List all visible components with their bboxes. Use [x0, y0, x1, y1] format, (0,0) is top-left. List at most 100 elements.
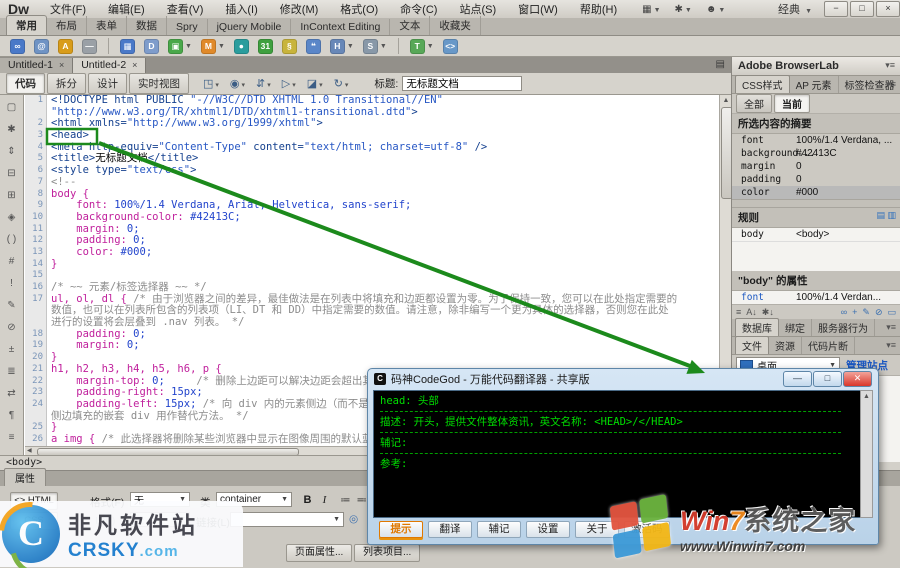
- hyperlink-icon[interactable]: ∞: [10, 39, 25, 54]
- insert-tab-表单[interactable]: 表单: [87, 16, 127, 35]
- view-代码-button[interactable]: 代码: [6, 73, 45, 94]
- menu-item[interactable]: 窗口(W): [507, 0, 569, 18]
- scroll-up-icon[interactable]: ▲: [861, 391, 872, 402]
- refresh-icon[interactable]: ↻▾: [334, 77, 349, 90]
- summary-row[interactable]: color#000: [732, 186, 900, 199]
- wrap-tag-icon[interactable]: ±: [4, 343, 20, 356]
- properties-tab[interactable]: 属性: [4, 468, 46, 486]
- summary-row[interactable]: background...#42413C: [732, 147, 900, 160]
- codegod-提示-button[interactable]: 提示: [379, 521, 423, 538]
- panel-tab-文件[interactable]: 文件: [735, 336, 769, 354]
- view-实时视图-button[interactable]: 实时视图: [129, 73, 189, 94]
- file-management-icon[interactable]: ◳▾: [203, 77, 219, 90]
- horizontal-rule-icon[interactable]: —: [82, 39, 97, 54]
- table-icon[interactable]: ▦: [120, 39, 135, 54]
- minimize-button[interactable]: −: [824, 1, 848, 17]
- show-category-icon[interactable]: ≡: [736, 307, 741, 318]
- panel-tab-资源[interactable]: 资源: [769, 337, 802, 354]
- comment-icon[interactable]: ❝: [306, 39, 321, 54]
- property-row[interactable]: font100%/1.4 Verdan...: [732, 291, 900, 304]
- media-icon[interactable]: M▼: [201, 39, 225, 54]
- insert-tab-常用[interactable]: 常用: [6, 15, 47, 35]
- panel-menu-icon[interactable]: ▾≡: [886, 340, 896, 351]
- email-link-icon[interactable]: @: [34, 39, 49, 54]
- close-button[interactable]: ×: [876, 1, 900, 17]
- disable-icon[interactable]: ⊘: [875, 307, 883, 318]
- image-icon[interactable]: ▣▼: [168, 39, 192, 54]
- document-title-input[interactable]: [402, 76, 522, 91]
- list-item-button[interactable]: 列表项目...: [354, 544, 420, 562]
- codegod-辅记-button[interactable]: 辅记: [477, 521, 521, 538]
- open-documents-icon[interactable]: ▢: [4, 101, 20, 114]
- view-拆分-button[interactable]: 拆分: [47, 73, 86, 94]
- minimize-button[interactable]: —: [783, 371, 812, 387]
- panel-tab-CSS样式[interactable]: CSS样式: [735, 75, 790, 93]
- panel-menu-icon[interactable]: ▾≡: [886, 322, 896, 333]
- expand-all-icon[interactable]: ⊞: [4, 189, 20, 202]
- remove-comment-icon[interactable]: ⊘: [4, 321, 20, 334]
- bold-button[interactable]: B: [299, 492, 316, 509]
- bullet-list-icon[interactable]: ≔: [337, 492, 354, 509]
- panel-tab-服务器行为[interactable]: 服务器行为: [812, 319, 875, 336]
- insert-tab-数据[interactable]: 数据: [127, 16, 167, 35]
- related-files-icon[interactable]: ▤: [716, 59, 725, 70]
- insert-tab-文本[interactable]: 文本: [390, 16, 430, 35]
- tag-chooser-icon[interactable]: <>: [443, 39, 458, 54]
- balance-braces-icon[interactable]: ( ): [4, 233, 20, 246]
- extensions-gear-icon[interactable]: ✱▼: [675, 4, 692, 15]
- edit-rule-icon[interactable]: ✎: [862, 307, 870, 318]
- live-code-icon[interactable]: ⇵▾: [256, 77, 271, 90]
- show-cascade-icon[interactable]: ▤: [876, 210, 887, 220]
- view-设计-button[interactable]: 设计: [88, 73, 127, 94]
- insert-tab-Spry[interactable]: Spry: [167, 19, 208, 35]
- maximize-button[interactable]: □: [813, 371, 842, 387]
- new-rule-icon[interactable]: +: [852, 307, 857, 318]
- layout-switcher-icon[interactable]: ▦▼: [642, 4, 660, 15]
- link-input[interactable]: ▼: [230, 512, 344, 527]
- panel-tab-代码片断[interactable]: 代码片断: [802, 337, 855, 354]
- inspect-icon[interactable]: ▷▾: [282, 77, 296, 90]
- document-tab[interactable]: Untitled-1×: [0, 58, 73, 73]
- rule-row[interactable]: body<body>: [732, 228, 900, 241]
- head-icon[interactable]: H▼: [330, 39, 354, 54]
- collapse-selection-icon[interactable]: ⊟: [4, 167, 20, 180]
- insert-tab-收藏夹[interactable]: 收藏夹: [430, 16, 481, 35]
- server-include-icon[interactable]: §: [282, 39, 297, 54]
- codegod-titlebar[interactable]: C 码神CodeGod - 万能代码翻译器 - 共享版 —□✕: [368, 369, 878, 389]
- recent-snippets-icon[interactable]: ≣: [4, 365, 20, 378]
- sort-az-icon[interactable]: A↓: [746, 307, 757, 318]
- script-icon[interactable]: S▼: [363, 39, 387, 54]
- scroll-left-icon[interactable]: ◀: [27, 447, 32, 455]
- browserlab-panel-header[interactable]: Adobe BrowserLab▾≡: [732, 57, 900, 76]
- close-button[interactable]: ✕: [843, 371, 872, 387]
- panel-menu-icon[interactable]: ▾≡: [886, 79, 896, 90]
- point-to-file-icon[interactable]: ◎: [349, 513, 358, 525]
- show-head-content-icon[interactable]: ✱: [4, 123, 20, 136]
- format-source-icon[interactable]: ¶: [4, 409, 20, 422]
- line-numbers-icon[interactable]: #: [4, 255, 20, 268]
- indent-icon[interactable]: ≡: [4, 431, 20, 444]
- summary-row[interactable]: margin0: [732, 160, 900, 173]
- named-anchor-icon[interactable]: A: [58, 39, 73, 54]
- maximize-button[interactable]: □: [850, 1, 874, 17]
- menu-item[interactable]: 插入(I): [214, 0, 268, 18]
- codegod-设置-button[interactable]: 设置: [526, 521, 570, 538]
- tag-selector-body[interactable]: <body>: [6, 457, 42, 468]
- panel-splitter[interactable]: [732, 199, 900, 208]
- highlight-invalid-icon[interactable]: !: [4, 277, 20, 290]
- templates-icon[interactable]: T▼: [410, 39, 434, 54]
- workspace-switcher[interactable]: 经典 ▼: [778, 1, 812, 17]
- insert-tab-jQuery Mobile[interactable]: jQuery Mobile: [208, 19, 292, 35]
- collapse-full-tag-icon[interactable]: ⇕: [4, 145, 20, 158]
- scope-当前-button[interactable]: 当前: [774, 94, 810, 113]
- summary-row[interactable]: font100%/1.4 Verdana, ...: [732, 134, 900, 147]
- show-summary-icon[interactable]: ▥: [887, 210, 896, 220]
- date-icon[interactable]: 31: [258, 39, 273, 54]
- delete-rule-icon[interactable]: ▭: [887, 307, 896, 318]
- page-properties-button[interactable]: 页面属性...: [286, 544, 352, 562]
- menu-item[interactable]: 帮助(H): [569, 0, 628, 18]
- move-css-icon[interactable]: ⇄: [4, 387, 20, 400]
- menu-item[interactable]: 格式(O): [329, 0, 389, 18]
- close-tab-icon[interactable]: ×: [59, 58, 64, 73]
- user-account-icon[interactable]: ☻▼: [706, 4, 725, 15]
